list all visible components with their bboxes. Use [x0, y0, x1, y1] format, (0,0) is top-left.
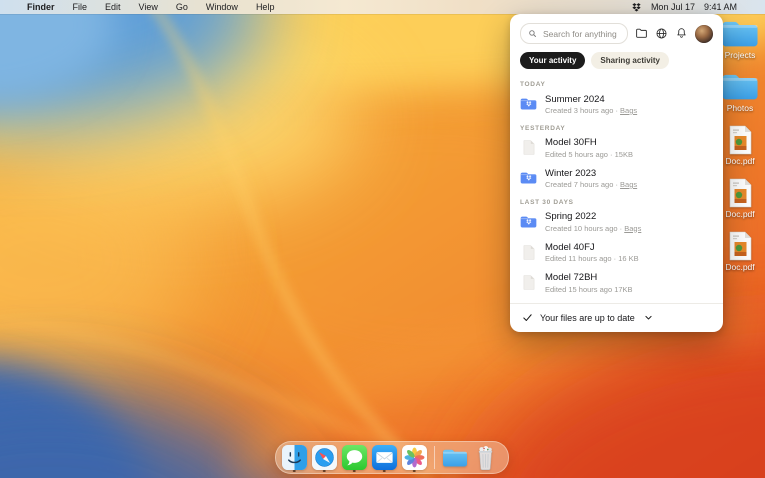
panel-header	[510, 14, 723, 49]
finder-icon[interactable]	[281, 443, 307, 473]
item-title: Summer 2024	[545, 93, 605, 105]
folder-icon[interactable]	[442, 443, 468, 473]
bell-icon[interactable]	[675, 27, 688, 40]
desktop-icon-label: Doc.pdf	[725, 262, 755, 272]
pdf-document-icon	[728, 231, 753, 261]
search-input[interactable]	[541, 27, 620, 40]
dropbox-folder-icon	[520, 97, 537, 111]
desktop-icon-photos[interactable]: Photos	[716, 72, 764, 113]
pdf-document-icon	[728, 178, 753, 208]
activity-row-summer-2024[interactable]: Summer 2024 Created 3 hours ago · Bags	[520, 89, 713, 120]
item-title: Model 72BH	[545, 272, 598, 283]
running-indicator-dot	[322, 469, 326, 472]
bags-link[interactable]: Bags	[624, 224, 641, 233]
menu-bar: Finder File Edit View Go Window Help Mon…	[0, 0, 765, 14]
mail-icon[interactable]	[371, 443, 397, 473]
sync-status-text: Your files are up to date	[540, 312, 635, 323]
section-label-yesterday: YESTERDAY	[520, 124, 566, 132]
activity-row-model-30fh[interactable]: Model 30FH Edited 5 hours ago · 15KB	[520, 133, 713, 164]
menu-item-window[interactable]: Window	[197, 2, 247, 12]
globe-icon[interactable]	[655, 27, 668, 40]
bags-link[interactable]: Bags	[620, 180, 637, 189]
section-label-today: TODAY	[520, 81, 546, 88]
menubar-time: 9:41 AM	[703, 2, 737, 12]
activity-row-model-40fj[interactable]: Model 40FJ Edited 11 hours ago · 16 KB	[520, 237, 713, 268]
dock	[275, 441, 509, 474]
menu-item-help[interactable]: Help	[247, 2, 284, 12]
desktop-icon-projects[interactable]: Projects	[716, 19, 764, 60]
item-meta: Edited 5 hours ago · 15KB	[545, 149, 633, 159]
desktop-icon-doc-pdf-3[interactable]: Doc.pdf	[716, 231, 764, 272]
chevron-down-icon[interactable]	[644, 313, 653, 322]
desktop-icon-label: Doc.pdf	[725, 209, 755, 219]
running-indicator-dot	[352, 469, 356, 472]
tab-your-activity[interactable]: Your activity	[520, 52, 586, 69]
folder-outline-icon[interactable]	[635, 27, 648, 40]
bags-link[interactable]: Bags	[620, 106, 637, 115]
item-title: Winter 2023	[545, 167, 597, 179]
check-icon	[522, 312, 533, 323]
activity-row-model-72bh[interactable]: Model 72BH Edited 15 hours ago 17KB	[520, 268, 713, 299]
item-title: Model 40FJ	[545, 241, 595, 253]
activity-row-winter-2023[interactable]: Winter 2023 Created 7 hours ago · Bags	[520, 163, 713, 194]
safari-icon[interactable]	[311, 443, 337, 473]
menubar-date: Mon Jul 17	[650, 2, 695, 12]
activity-tabs: Your activity Sharing activity	[510, 49, 723, 76]
trash-full-icon[interactable]	[472, 443, 498, 473]
dropbox-tray-panel: Your activity Sharing activity TODAY Sum…	[510, 14, 723, 332]
dropbox-menubar-icon[interactable]	[631, 2, 642, 13]
menu-item-go[interactable]: Go	[167, 2, 197, 12]
dropbox-folder-icon	[520, 171, 537, 185]
folder-icon	[721, 19, 759, 49]
file-icon	[520, 275, 537, 290]
user-avatar[interactable]	[695, 24, 713, 43]
dock-divider	[434, 446, 435, 469]
dropbox-folder-icon	[520, 215, 537, 229]
file-icon	[520, 245, 537, 260]
running-indicator-dot	[412, 469, 416, 472]
desktop-icon-doc-pdf-1[interactable]: Doc.pdf	[716, 125, 764, 166]
section-label-last-30-days: LAST 30 DAYS	[520, 198, 574, 206]
search-box[interactable]	[520, 23, 628, 44]
tab-sharing-activity[interactable]: Sharing activity	[591, 52, 669, 69]
item-meta: Created 10 hours ago · Bags	[545, 223, 642, 233]
item-meta: Created 7 hours ago · Bags	[545, 180, 638, 189]
menu-item-file[interactable]: File	[64, 2, 97, 12]
menu-item-finder[interactable]: Finder	[18, 2, 64, 12]
menu-item-view[interactable]: View	[130, 2, 167, 12]
macos-desktop: Finder File Edit View Go Window Help Mon…	[0, 0, 765, 478]
activity-list: TODAY Summer 2024 Created 3 hours ago · …	[510, 76, 723, 303]
desktop-icon-doc-pdf-2[interactable]: Doc.pdf	[716, 178, 764, 219]
sync-status-bar: Your files are up to date	[510, 303, 723, 332]
running-indicator-dot	[382, 469, 386, 472]
pdf-document-icon	[728, 125, 753, 155]
photos-icon[interactable]	[401, 443, 427, 473]
desktop-icon-label: Doc.pdf	[725, 156, 755, 166]
menu-item-edit[interactable]: Edit	[96, 2, 130, 12]
item-title: Model 30FH	[545, 137, 597, 148]
item-meta: Edited 15 hours ago 17KB	[545, 284, 633, 294]
desktop-icon-label: Photos	[726, 103, 754, 113]
desktop-icon-column: Projects Photos Doc.pdf Doc.pdf Doc.pdf	[716, 19, 764, 272]
search-icon	[529, 30, 536, 37]
folder-icon	[721, 72, 759, 102]
desktop-icon-label: Projects	[724, 50, 756, 60]
activity-row-spring-2022[interactable]: Spring 2022 Created 10 hours ago · Bags	[520, 207, 713, 238]
item-meta: Edited 11 hours ago · 16 KB	[545, 254, 639, 263]
running-indicator-dot	[292, 469, 296, 472]
item-title: Spring 2022	[545, 211, 597, 222]
item-meta: Created 3 hours ago · Bags	[545, 106, 638, 115]
messages-icon[interactable]	[341, 443, 367, 473]
file-icon	[520, 140, 537, 155]
